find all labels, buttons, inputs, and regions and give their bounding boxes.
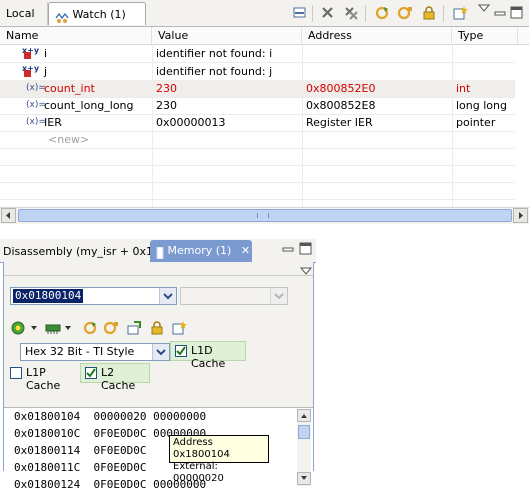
watch-view: Local (1) Watch (1) ✕ Name Value Address… bbox=[0, 0, 529, 226]
refresh-icon[interactable] bbox=[82, 320, 98, 339]
memory-view: Disassembly (my_isr + 0x16) Memory (1) ✕… bbox=[0, 239, 316, 491]
row-address: 0x800852E0 bbox=[306, 82, 376, 95]
continuous-refresh-icon[interactable] bbox=[103, 320, 119, 339]
remove-icon[interactable] bbox=[320, 5, 336, 21]
row-type: pointer bbox=[456, 116, 496, 129]
new-watch-icon[interactable] bbox=[452, 5, 468, 21]
tab-disassembly[interactable]: Disassembly (my_isr + 0x16) bbox=[3, 242, 164, 262]
address-combo[interactable]: 0x01800104 bbox=[10, 287, 177, 305]
dropdown-arrow-icon[interactable] bbox=[30, 322, 38, 335]
scroll-up-button[interactable] bbox=[297, 409, 311, 422]
table-row[interactable]: x+y i identifier not found: i bbox=[0, 45, 515, 63]
tab-disassembly-label: Disassembly (my_isr + 0x16) bbox=[3, 245, 165, 258]
memory-row[interactable]: 0x0180011C 0F0E0D0C bbox=[14, 459, 146, 476]
watch-tab-icon bbox=[55, 9, 69, 23]
l1p-cache-checkbox[interactable] bbox=[10, 367, 22, 379]
scroll-thumb[interactable] bbox=[298, 425, 310, 439]
chevron-down-icon bbox=[270, 288, 287, 304]
watch-table-header: Name Value Address Type bbox=[0, 27, 529, 45]
memory-panel: 0x01800104 Hex 32 Bit - TI Style L1D Cac… bbox=[3, 262, 314, 491]
tooltip-line-1: Address 0x1800104 bbox=[173, 437, 230, 460]
memory-tab-bar: Disassembly (my_isr + 0x16) Memory (1) ✕ bbox=[0, 239, 316, 263]
new-expression-row[interactable]: <new> bbox=[0, 131, 515, 149]
watch-tab-bar: Local (1) Watch (1) ✕ bbox=[0, 0, 529, 44]
row-value[interactable]: identifier not found: j bbox=[152, 63, 302, 80]
tooltip-line-2: External: 00000020 bbox=[173, 461, 224, 484]
row-value[interactable]: 230 bbox=[152, 97, 302, 114]
table-row[interactable]: x+y j identifier not found: j bbox=[0, 63, 515, 81]
secondary-combo bbox=[180, 287, 288, 305]
remove-all-icon[interactable] bbox=[343, 5, 359, 21]
memory-chip-icon[interactable] bbox=[44, 320, 62, 339]
tab-memory[interactable]: Memory (1) ✕ bbox=[150, 240, 252, 262]
tab-watch[interactable]: Watch (1) ✕ bbox=[48, 2, 146, 44]
row-name: i bbox=[44, 47, 48, 60]
memory-tab-icon bbox=[156, 245, 164, 260]
new-rendering-icon[interactable] bbox=[10, 320, 26, 339]
row-type: int bbox=[456, 82, 471, 95]
column-header-address[interactable]: Address bbox=[302, 27, 452, 44]
scroll-left-button[interactable] bbox=[1, 208, 16, 223]
close-icon[interactable]: ✕ bbox=[241, 244, 250, 257]
l1p-cache-label: L1P Cache bbox=[26, 366, 61, 392]
table-row[interactable]: (x)= count_long_long 230 0x800852E8 long… bbox=[0, 97, 515, 115]
l2-cache-checkbox[interactable] bbox=[85, 367, 97, 379]
column-header-name[interactable]: Name bbox=[0, 27, 152, 44]
memory-content[interactable]: 0x01800104 00000020 00000000 0x0180010C … bbox=[4, 407, 313, 491]
tab-memory-label: Memory (1) bbox=[167, 244, 232, 257]
row-address: 0x800852E8 bbox=[306, 99, 376, 112]
format-value: Hex 32 Bit - TI Style bbox=[25, 345, 135, 358]
chevron-down-icon[interactable] bbox=[152, 344, 169, 360]
l1d-cache-checkbox[interactable] bbox=[175, 345, 187, 357]
column-header-type[interactable]: Type bbox=[452, 27, 518, 44]
new-expression-placeholder[interactable]: <new> bbox=[44, 131, 152, 148]
row-value[interactable]: 230 bbox=[152, 80, 302, 97]
l2-cache-label: L2 Cache bbox=[101, 366, 136, 392]
chevron-down-icon[interactable] bbox=[159, 288, 176, 304]
row-name: j bbox=[44, 65, 48, 78]
l1d-cache-label: L1D Cache bbox=[191, 344, 226, 370]
memory-row[interactable]: 0x01800114 0F0E0D0C bbox=[14, 442, 146, 459]
minimize-view-icon[interactable] bbox=[281, 241, 295, 260]
lock-icon[interactable] bbox=[149, 320, 165, 339]
address-input[interactable]: 0x01800104 bbox=[13, 289, 84, 303]
column-header-value[interactable]: Value bbox=[152, 27, 302, 44]
row-value[interactable]: 0x00000013 bbox=[152, 114, 302, 131]
tab-watch-label: Watch (1) bbox=[72, 8, 126, 21]
vertical-scrollbar[interactable] bbox=[297, 409, 311, 486]
view-menu-icon[interactable] bbox=[476, 3, 492, 19]
view-menu-icon[interactable] bbox=[299, 265, 313, 278]
refresh-icon[interactable] bbox=[374, 5, 390, 21]
horizontal-scrollbar[interactable] bbox=[0, 207, 529, 224]
table-row[interactable]: (x)= IER 0x00000013 Register IER pointer bbox=[0, 114, 515, 132]
l2-cache-toggle[interactable]: L2 Cache bbox=[80, 363, 150, 392]
format-combo[interactable]: Hex 32 Bit - TI Style bbox=[20, 343, 170, 361]
row-address: Register IER bbox=[306, 116, 373, 129]
lock-icon[interactable] bbox=[421, 5, 437, 21]
row-name: IER bbox=[44, 116, 62, 129]
row-name: count_long_long bbox=[44, 99, 134, 112]
memory-row[interactable]: 0x01800104 00000020 00000000 bbox=[14, 408, 206, 425]
import-icon[interactable] bbox=[126, 320, 142, 339]
dropdown-arrow-icon[interactable] bbox=[64, 322, 72, 335]
continuous-refresh-icon[interactable] bbox=[397, 5, 413, 21]
scroll-thumb[interactable] bbox=[18, 209, 512, 222]
l1p-cache-toggle[interactable]: L1P Cache bbox=[7, 363, 81, 392]
table-row[interactable]: (x)= count_int 230 0x800852E0 int bbox=[0, 80, 515, 98]
minimize-view-icon[interactable] bbox=[493, 5, 509, 21]
new-view-icon[interactable] bbox=[171, 320, 187, 339]
l1d-cache-toggle[interactable]: L1D Cache bbox=[170, 341, 246, 370]
maximize-view-icon[interactable] bbox=[510, 5, 526, 21]
minimize-icon[interactable] bbox=[292, 5, 308, 21]
memory-tooltip: Address 0x1800104 External: 00000020 bbox=[169, 435, 269, 484]
row-value[interactable]: identifier not found: i bbox=[152, 45, 302, 62]
tab-local[interactable]: Local (1) bbox=[0, 2, 48, 43]
maximize-view-icon[interactable] bbox=[299, 241, 313, 260]
row-type: long long bbox=[456, 99, 507, 112]
scroll-right-button[interactable] bbox=[513, 208, 528, 223]
row-name: count_int bbox=[44, 82, 95, 95]
